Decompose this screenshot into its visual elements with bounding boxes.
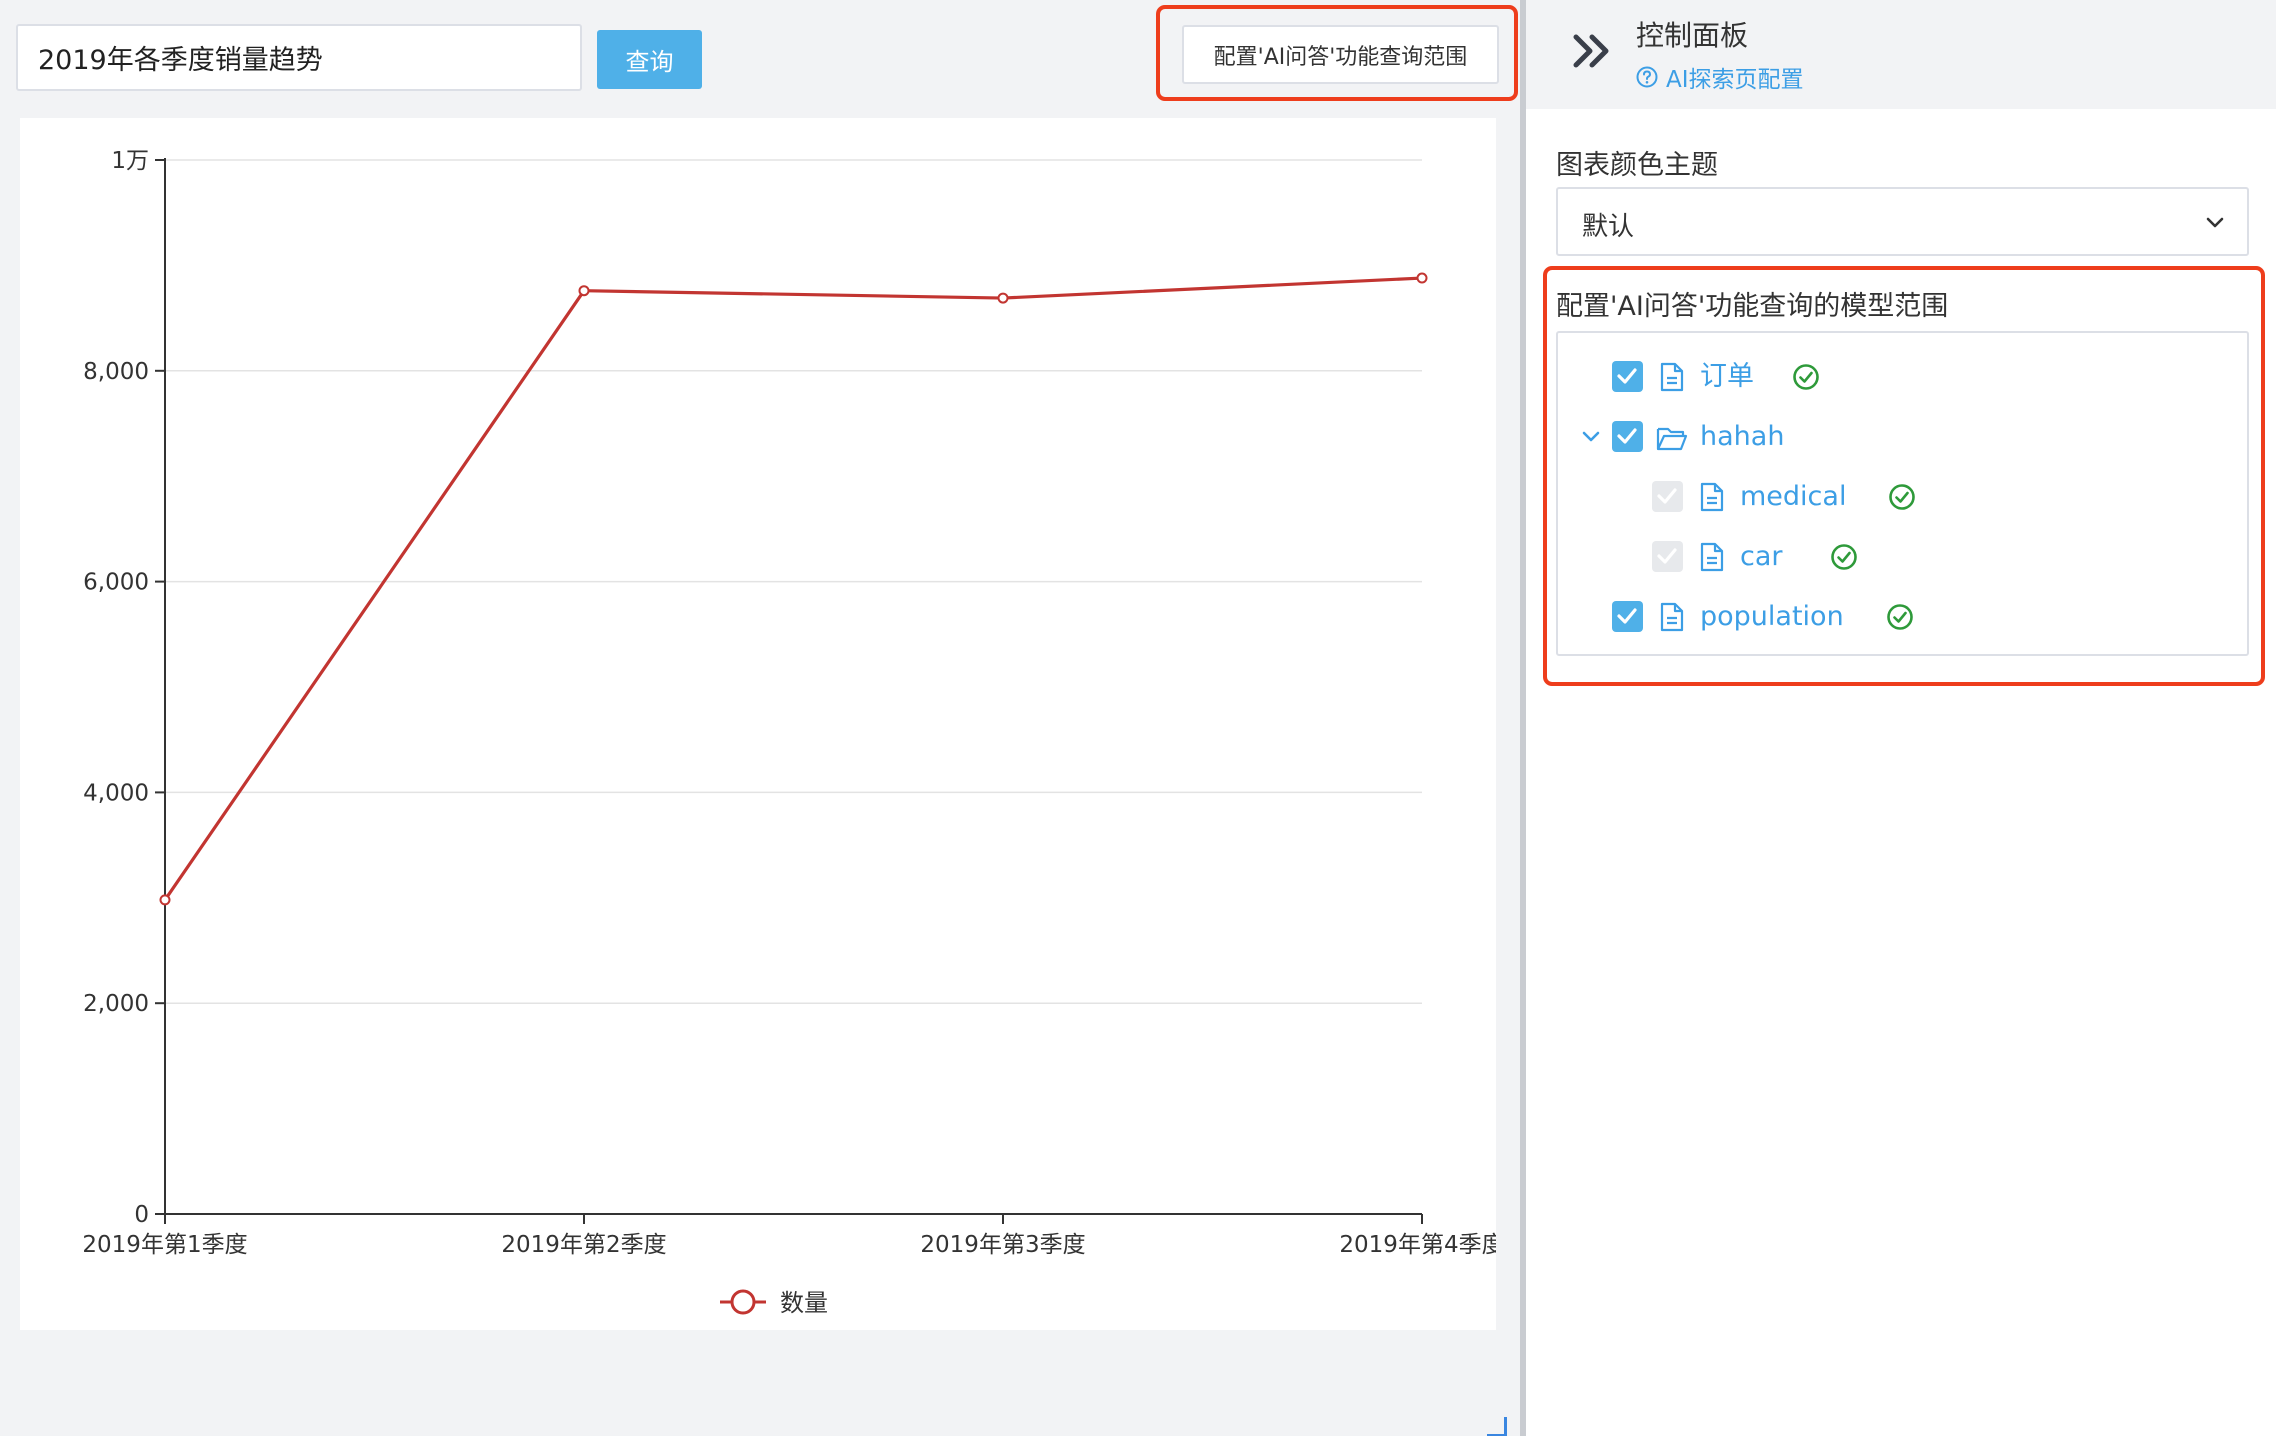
help-circle-icon (1636, 66, 1658, 88)
folder-open-icon (1656, 427, 1688, 451)
x-tick-label: 2019年第1季度 (82, 1232, 247, 1258)
tree-item-label: hahah (1700, 421, 1785, 452)
tree-item-orders[interactable]: 订单 (1558, 357, 2251, 397)
check-icon (1657, 488, 1677, 504)
scope-label: 配置'AI问答'功能查询的模型范围 (1556, 291, 1949, 322)
tree-item-population[interactable]: population (1558, 597, 2251, 637)
main-area: 查询 配置'AI问答'功能查询范围 0 2,000 4,000 6,000 8,000 1… (0, 0, 1520, 1436)
file-icon (1700, 542, 1724, 572)
tree-item-car[interactable]: car (1558, 537, 2251, 577)
checkbox-disabled (1652, 541, 1683, 572)
y-tick-label: 6,000 (83, 570, 149, 596)
query-input[interactable] (16, 24, 582, 91)
y-tick-label: 2,000 (83, 991, 149, 1017)
tree-item-label: population (1700, 601, 1844, 632)
legend-label: 数量 (780, 1289, 828, 1317)
theme-label: 图表颜色主题 (1556, 150, 1718, 181)
legend-item[interactable]: 数量 (720, 1289, 828, 1317)
x-tick-label: 2019年第2季度 (501, 1232, 666, 1258)
y-tick-label: 0 (134, 1202, 149, 1228)
query-button[interactable]: 查询 (597, 30, 702, 89)
tree-item-label: 订单 (1700, 361, 1754, 392)
checkbox[interactable] (1612, 361, 1643, 392)
tree-item-medical[interactable]: medical (1558, 477, 2251, 517)
chart-card: 0 2,000 4,000 6,000 8,000 1万 2019年第1季度 2019年第2季… (20, 118, 1507, 1436)
legend-swatch-marker (730, 1289, 756, 1315)
file-icon (1700, 482, 1724, 512)
data-point[interactable] (1416, 272, 1428, 284)
checkbox-disabled (1652, 481, 1683, 512)
check-circle-icon (1793, 364, 1819, 390)
checkbox[interactable] (1612, 601, 1643, 632)
check-icon (1617, 428, 1637, 444)
check-icon (1657, 548, 1677, 564)
chevron-down-icon[interactable] (1580, 426, 1602, 448)
double-chevron-right-icon[interactable] (1570, 29, 1614, 73)
file-icon (1660, 602, 1684, 632)
ai-config-link[interactable]: AI探索页配置 (1636, 60, 1804, 94)
data-point[interactable] (578, 285, 590, 297)
file-icon (1660, 362, 1684, 392)
control-panel: 控制面板 AI探索页配置 图表颜色主题 默认 配置'AI问答'功能查询的模型范围 (1526, 0, 2276, 1436)
check-icon (1617, 608, 1637, 624)
tree-item-label: car (1740, 541, 1783, 572)
chevron-down-icon (2206, 217, 2224, 228)
theme-select-value: 默认 (1582, 212, 1635, 242)
data-point[interactable] (997, 292, 1009, 304)
tree-item-label: medical (1740, 481, 1847, 512)
check-circle-icon (1887, 604, 1913, 630)
check-circle-icon (1889, 484, 1915, 510)
y-tick-label: 4,000 (83, 780, 149, 806)
panel-title: 控制面板 (1636, 19, 1749, 52)
x-tick-label: 2019年第4季度 (1339, 1232, 1496, 1258)
data-point[interactable] (159, 894, 171, 906)
y-tick-label: 1万 (111, 148, 149, 174)
checkbox[interactable] (1612, 421, 1643, 452)
tree-item-hahah[interactable]: hahah (1558, 417, 2251, 457)
check-icon (1617, 368, 1637, 384)
check-circle-icon (1831, 544, 1857, 570)
theme-select[interactable]: 默认 (1556, 187, 2249, 256)
config-ai-scope-button[interactable]: 配置'AI问答'功能查询范围 (1182, 25, 1499, 84)
ai-config-link-label: AI探索页配置 (1666, 67, 1804, 93)
panel-header: 控制面板 AI探索页配置 (1526, 0, 2276, 109)
x-tick-label: 2019年第3季度 (920, 1232, 1085, 1258)
resize-handle[interactable] (1487, 1417, 1507, 1436)
y-tick-label: 8,000 (83, 359, 149, 385)
model-tree: 订单 hahah medical car population (1556, 331, 2249, 656)
line-chart: 0 2,000 4,000 6,000 8,000 1万 2019年第1季度 2019年第2季… (82, 148, 1496, 1317)
